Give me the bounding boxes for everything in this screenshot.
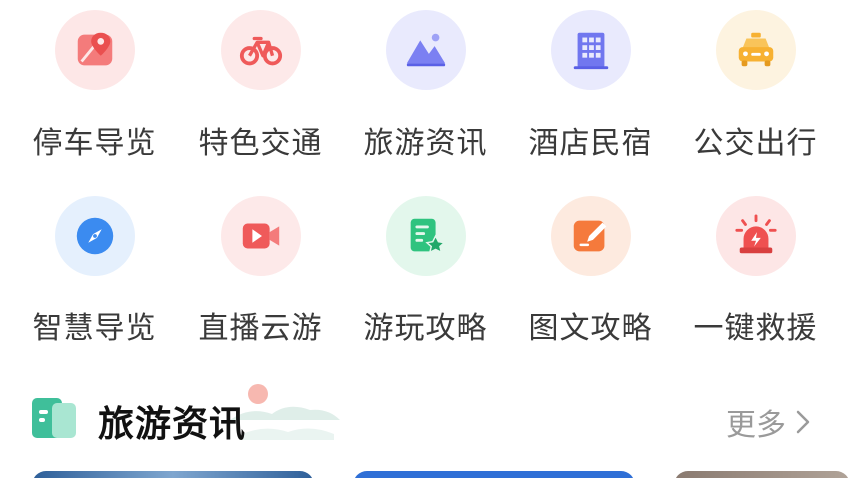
chevron-right-icon xyxy=(796,410,810,434)
travel-info-section-header: 旅游资讯 更多 xyxy=(0,380,850,460)
tile-travel-info[interactable]: 旅游资讯 xyxy=(343,0,508,170)
tile-hotel[interactable]: 酒店民宿 xyxy=(508,0,673,170)
taxi-icon xyxy=(738,32,773,67)
document-star-icon xyxy=(410,218,446,254)
tile-label: 特色交通 xyxy=(198,126,323,161)
video-camera-badge xyxy=(220,196,301,276)
news-card[interactable] xyxy=(674,471,850,478)
more-link[interactable]: 更多 xyxy=(726,400,810,444)
tile-play-guide[interactable]: 游玩攻略 xyxy=(343,183,508,353)
tile-label: 游玩攻略 xyxy=(363,311,488,346)
tile-label: 酒店民宿 xyxy=(528,126,653,161)
tile-smart-guide[interactable]: 智慧导览 xyxy=(12,183,177,353)
document-star-badge xyxy=(385,196,466,276)
tile-bus[interactable]: 公交出行 xyxy=(673,0,838,170)
tile-label: 智慧导览 xyxy=(32,311,157,346)
news-card[interactable] xyxy=(353,471,635,478)
bicycle-icon xyxy=(239,36,282,66)
tile-parking-guide[interactable]: 停车导览 xyxy=(12,0,177,170)
building-icon xyxy=(573,32,608,70)
alarm-siren-badge xyxy=(715,196,796,276)
edit-note-icon xyxy=(573,220,606,252)
news-book-icon xyxy=(32,398,76,438)
more-label: 更多 xyxy=(726,408,786,443)
quick-access-row-2: 智慧导览 直播云游 游玩攻略 图文攻略 一键救援 xyxy=(0,183,850,363)
mountain-icon xyxy=(406,33,445,67)
taxi-badge xyxy=(715,10,796,90)
tile-label: 公交出行 xyxy=(693,126,818,161)
quick-access-row-1: 停车导览 特色交通 旅游资讯 酒店民宿 公交出行 xyxy=(0,0,850,180)
alarm-siren-icon xyxy=(734,214,777,254)
edit-note-badge xyxy=(550,196,631,276)
cloud-sun-decoration xyxy=(230,384,340,440)
tile-rescue[interactable]: 一键救援 xyxy=(673,183,838,353)
news-card-strip xyxy=(0,468,850,478)
building-badge xyxy=(550,10,631,90)
tile-label: 一键救援 xyxy=(693,311,818,346)
mountain-badge xyxy=(385,10,466,90)
section-title: 旅游资讯 xyxy=(98,404,247,445)
parking-map-icon xyxy=(77,32,112,66)
news-card[interactable] xyxy=(32,471,314,478)
tile-label: 停车导览 xyxy=(32,126,157,161)
tile-photo-guide[interactable]: 图文攻略 xyxy=(508,183,673,353)
tile-label: 旅游资讯 xyxy=(363,126,488,161)
tile-label: 直播云游 xyxy=(198,311,323,346)
bicycle-badge xyxy=(220,10,301,90)
video-camera-icon xyxy=(242,223,279,249)
tile-live-tour[interactable]: 直播云游 xyxy=(178,183,343,353)
tile-special-transport[interactable]: 特色交通 xyxy=(178,0,343,170)
parking-map-badge xyxy=(54,10,135,90)
tile-label: 图文攻略 xyxy=(528,311,653,346)
compass-icon xyxy=(76,217,113,255)
compass-badge xyxy=(54,196,135,276)
